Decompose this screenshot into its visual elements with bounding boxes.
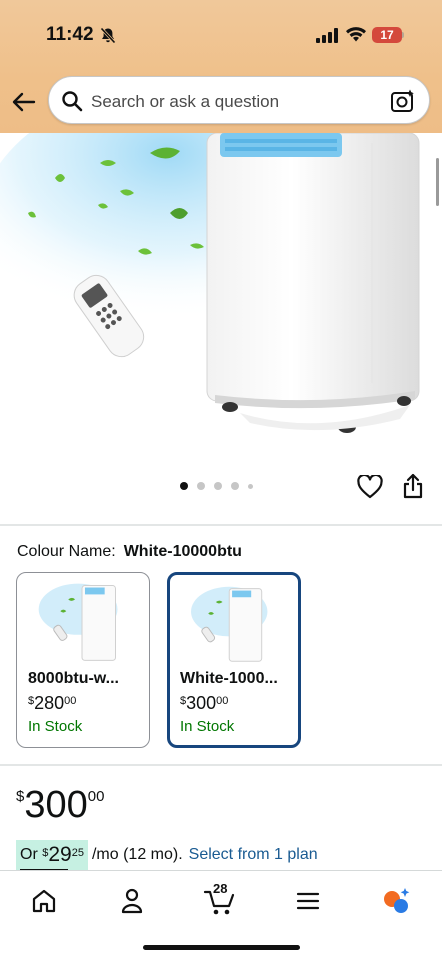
nav-cart[interactable]: 28: [198, 881, 242, 919]
bell-muted-icon: [100, 27, 116, 44]
monthly-whole: 29: [48, 843, 72, 866]
home-indicator: [143, 945, 300, 950]
monthly-price-highlight: Or $29 25: [16, 840, 88, 870]
variant-card-8000btu[interactable]: 8000btu-w... $28000 In Stock: [16, 572, 150, 748]
menu-icon: [296, 892, 320, 910]
variant-price-symbol: $: [28, 695, 35, 707]
share-icon[interactable]: [402, 473, 424, 499]
colour-name-row: Colour Name: White-10000btu: [17, 543, 242, 561]
wifi-icon: [346, 27, 366, 42]
variant-name: 8000btu-w...: [28, 670, 119, 687]
signal-icon: [316, 28, 338, 43]
home-icon: [32, 889, 56, 913]
nav-account[interactable]: [110, 883, 154, 919]
product-price: $30000: [16, 784, 104, 827]
search-input[interactable]: Search or ask a question: [91, 92, 279, 112]
carousel-dot[interactable]: [180, 482, 188, 490]
status-time: 11:42: [46, 24, 94, 45]
nav-assistant[interactable]: [374, 883, 418, 919]
price-symbol: $: [16, 788, 25, 805]
nav-menu[interactable]: [286, 883, 330, 919]
product-image[interactable]: [0, 133, 442, 513]
battery-indicator: 17: [372, 27, 402, 43]
header: 11:42 17 Search or ask a question: [0, 0, 442, 133]
carousel-dot[interactable]: [248, 483, 253, 489]
monthly-term: /mo (12 mo).: [91, 846, 183, 863]
heart-icon[interactable]: [357, 475, 383, 499]
variant-stock: In Stock: [28, 718, 83, 735]
camera-lens-icon[interactable]: [390, 88, 416, 114]
search-icon: [62, 91, 83, 112]
variant-thumbnail: [38, 583, 118, 661]
monthly-fraction: 25: [71, 847, 84, 859]
variant-price-symbol: $: [180, 695, 187, 707]
variant-price: $28000: [28, 693, 76, 714]
image-carousel-dots[interactable]: [180, 482, 253, 490]
variant-thumbnail: [191, 586, 268, 662]
variant-price: $30000: [180, 693, 228, 714]
price-fraction: 00: [87, 788, 105, 805]
select-plan-link[interactable]: Select from 1 plan: [189, 846, 318, 864]
variant-card-white-10000btu[interactable]: White-1000... $30000 In Stock: [167, 572, 301, 748]
person-icon: [121, 888, 143, 914]
product-photo: [0, 133, 420, 433]
colour-value: White-10000btu: [123, 543, 242, 560]
scroll-indicator: [436, 158, 439, 206]
monthly-prefix: Or: [20, 846, 38, 863]
colour-label: Colour Name:: [17, 543, 116, 560]
status-bar: 11:42 17: [0, 0, 442, 66]
section-divider: [0, 524, 442, 526]
variant-price-fraction: 00: [216, 695, 229, 707]
monthly-payment-row: Or $29 25 /mo (12 mo). Select from 1 plan: [16, 840, 318, 870]
back-arrow-icon[interactable]: [8, 86, 40, 118]
carousel-dot[interactable]: [214, 482, 222, 490]
monthly-symbol: $: [42, 847, 49, 859]
variant-price-whole: 300: [186, 693, 217, 713]
variant-price-whole: 280: [34, 693, 65, 713]
variant-stock: In Stock: [180, 718, 235, 735]
variant-name: White-1000...: [180, 670, 278, 687]
nav-home[interactable]: [22, 883, 66, 919]
carousel-dot[interactable]: [231, 482, 239, 490]
section-divider: [0, 764, 442, 766]
search-bar[interactable]: Search or ask a question: [48, 76, 430, 124]
cart-count: 28: [213, 881, 228, 896]
variant-price-fraction: 00: [64, 695, 77, 707]
battery-tip: [402, 32, 404, 38]
assistant-icon: [384, 888, 410, 913]
carousel-dot[interactable]: [197, 482, 205, 490]
price-whole: 300: [24, 784, 88, 826]
